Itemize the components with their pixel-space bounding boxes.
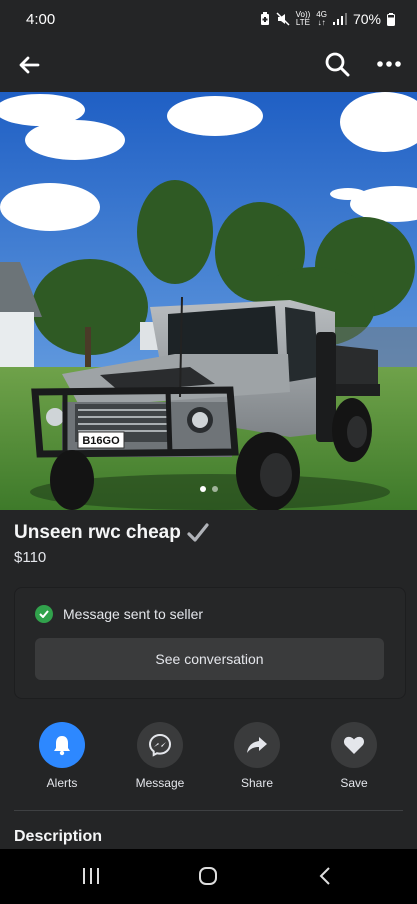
arrow-left-icon: [19, 56, 40, 74]
message-sent-text: Message sent to seller: [63, 606, 204, 622]
pager-dot-active[interactable]: [199, 486, 206, 492]
search-icon: [325, 52, 350, 77]
share-icon: [234, 722, 280, 768]
share-button[interactable]: Share: [217, 722, 297, 790]
message-button[interactable]: Message: [120, 722, 200, 790]
listing-title: Unseen rwc cheap: [14, 522, 209, 544]
app-bar: [0, 40, 417, 92]
battery-percent: 70%: [352, 11, 381, 27]
share-label: Share: [240, 776, 274, 790]
checkmark-icon: [187, 523, 209, 542]
description-heading: Description: [14, 828, 103, 845]
more-options-button[interactable]: [373, 48, 405, 80]
more-dots-icon: [377, 61, 401, 67]
network-type-indicator: 4G ↓↑: [316, 10, 327, 27]
back-button[interactable]: [14, 50, 44, 80]
photo-pager: [0, 486, 417, 492]
success-check-icon: [35, 605, 53, 623]
listing-photo: B16GO: [0, 92, 417, 510]
alerts-button[interactable]: Alerts: [22, 722, 102, 790]
section-divider: [14, 810, 403, 811]
listing-price: $110: [14, 549, 47, 566]
signal-icon: [332, 13, 347, 25]
bell-icon: [39, 722, 85, 768]
search-button[interactable]: [321, 48, 353, 80]
message-sent-row: Message sent to seller: [35, 605, 203, 623]
home-icon: [199, 867, 217, 885]
status-time: 4:00: [26, 11, 56, 28]
listing-title-text: Unseen rwc cheap: [14, 522, 181, 543]
mute-icon: [276, 12, 290, 26]
save-button[interactable]: Save: [314, 722, 394, 790]
number-plate: B16GO: [82, 435, 120, 447]
action-row: Alerts Message Share Save: [14, 722, 403, 792]
chevron-left-icon: [319, 867, 330, 885]
system-nav-bar: [0, 849, 417, 904]
message-status-card: Message sent to seller See conversation: [14, 587, 406, 699]
listing-photo-carousel[interactable]: B16GO: [0, 92, 417, 510]
battery-saver-icon: [260, 12, 269, 25]
home-button[interactable]: [188, 861, 228, 891]
heart-icon: [331, 722, 377, 768]
recent-apps-icon: [83, 868, 99, 884]
see-conversation-button[interactable]: See conversation: [35, 638, 384, 680]
status-icons: Vo)) LTE 4G ↓↑ 70%: [260, 11, 395, 27]
recent-apps-button[interactable]: [71, 861, 111, 891]
pager-dot[interactable]: [211, 486, 218, 492]
save-label: Save: [340, 776, 368, 790]
alerts-label: Alerts: [46, 776, 78, 790]
battery-icon: [387, 12, 395, 26]
messenger-icon: [137, 722, 183, 768]
message-label: Message: [135, 776, 185, 790]
status-bar: 4:00 Vo)) LTE 4G ↓↑ 70%: [0, 0, 417, 40]
system-back-button[interactable]: [305, 861, 345, 891]
volte-indicator: Vo)) LTE: [295, 10, 311, 27]
